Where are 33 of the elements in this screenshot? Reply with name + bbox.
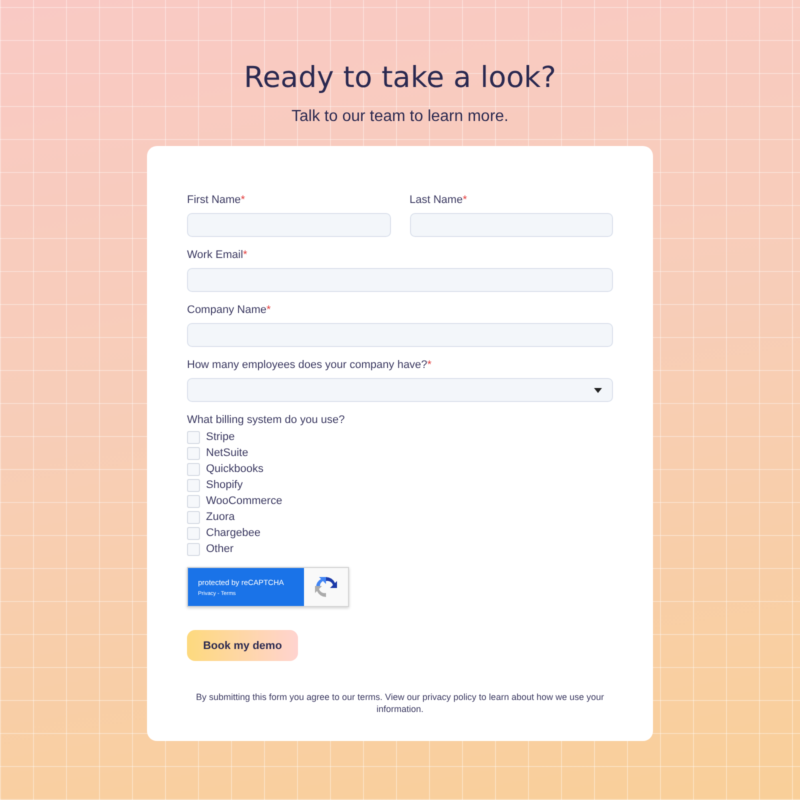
input-field[interactable] (187, 268, 613, 292)
checkbox[interactable] (187, 430, 200, 444)
checkbox[interactable] (187, 446, 200, 460)
field-label: How many employees does your company have?* (187, 359, 433, 371)
checkbox[interactable] (187, 494, 200, 508)
field-label: What billing system do you use? (187, 414, 346, 426)
checkbox-label: Zuora (206, 511, 235, 523)
checkbox[interactable] (187, 478, 200, 492)
dropdown-field[interactable] (187, 378, 613, 402)
checkbox-label: Chargebee (206, 527, 260, 539)
checkbox-label: Shopify (206, 479, 243, 491)
input-field[interactable] (187, 323, 613, 347)
checkbox-label: WooCommerce (206, 495, 282, 507)
checkbox[interactable] (187, 526, 200, 540)
page-heading: Ready to take a look? (244, 60, 556, 94)
checkbox[interactable] (187, 542, 200, 556)
checkbox-label: Other (206, 543, 234, 555)
checkbox-label: NetSuite (206, 447, 248, 459)
caret-icon (594, 388, 602, 392)
checkbox-label: Stripe (206, 431, 235, 443)
field-label: Company Name* (187, 304, 272, 316)
input-field[interactable] (187, 213, 390, 237)
checkbox[interactable] (187, 462, 200, 476)
page-subheading: Talk to our team to learn more. (292, 108, 508, 126)
field-label: Work Email* (187, 249, 248, 261)
field-label: Last Name* (410, 194, 468, 206)
checkbox-label: Quickbooks (206, 463, 264, 475)
disclaimer-text: By submitting this form you agree to our terms. View our privacy policy to learn about how we use your information. (194, 691, 606, 715)
field-label: First Name* (187, 194, 246, 206)
checkbox[interactable] (187, 510, 200, 524)
recaptcha-icon (313, 574, 339, 600)
submit-button[interactable]: Book my demo (187, 630, 298, 661)
input-field[interactable] (410, 213, 613, 237)
